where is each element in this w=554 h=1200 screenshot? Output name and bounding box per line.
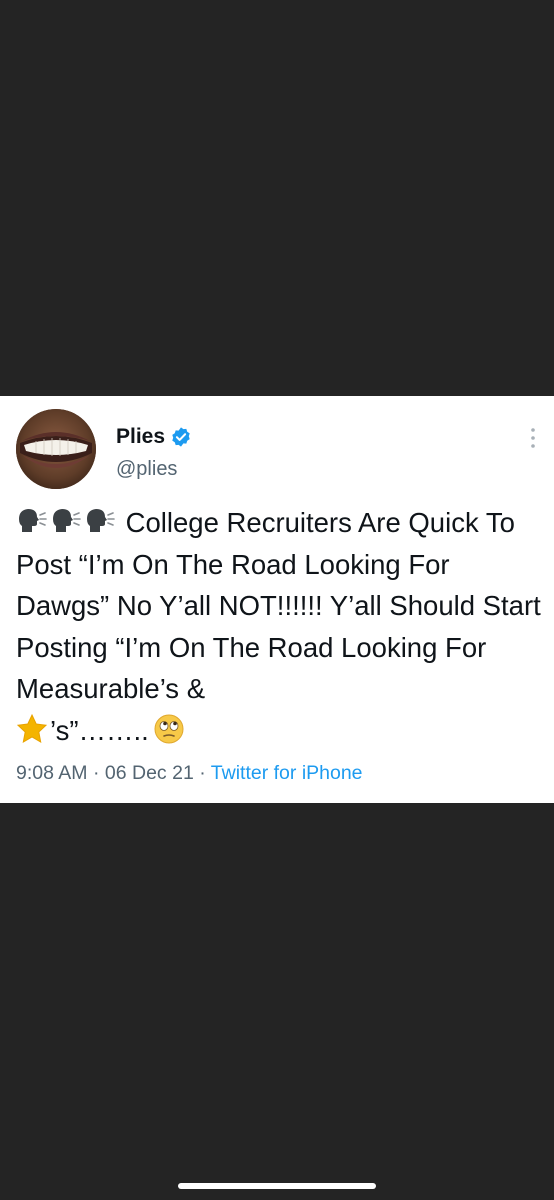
meta-separator: · — [199, 762, 206, 784]
tweet-source-link[interactable]: Twitter for iPhone — [211, 762, 363, 784]
home-indicator[interactable] — [178, 1183, 376, 1189]
avatar[interactable] — [16, 409, 96, 489]
author-handle[interactable]: @plies — [116, 457, 177, 481]
tweet-time[interactable]: 9:08 AM — [16, 762, 88, 784]
speaking-head-emoji — [16, 505, 48, 537]
tweet-meta: 9:08 AM · 06 Dec 21 · Twitter for iPhone — [16, 761, 363, 785]
meta-separator: · — [92, 762, 100, 784]
author-name-row: Plies — [116, 424, 192, 450]
screenshot-screen: Plies @plies College Recruiters Are Quic… — [0, 0, 554, 1200]
speaking-head-emoji — [50, 505, 82, 537]
tweet-text-part-2: ’s”…….. — [50, 714, 149, 746]
face-with-rolling-eyes-emoji — [153, 713, 185, 745]
more-vertical-icon[interactable] — [528, 426, 538, 450]
tweet-date[interactable]: 06 Dec 21 — [105, 762, 194, 784]
speaking-head-emoji — [84, 505, 116, 537]
verified-badge-icon — [170, 426, 192, 448]
tweet-text: College Recruiters Are Quick To Post “I’… — [16, 502, 546, 751]
star-emoji — [16, 713, 48, 745]
author-display-name[interactable]: Plies — [116, 424, 165, 450]
tweet-card[interactable]: Plies @plies College Recruiters Are Quic… — [0, 396, 554, 803]
